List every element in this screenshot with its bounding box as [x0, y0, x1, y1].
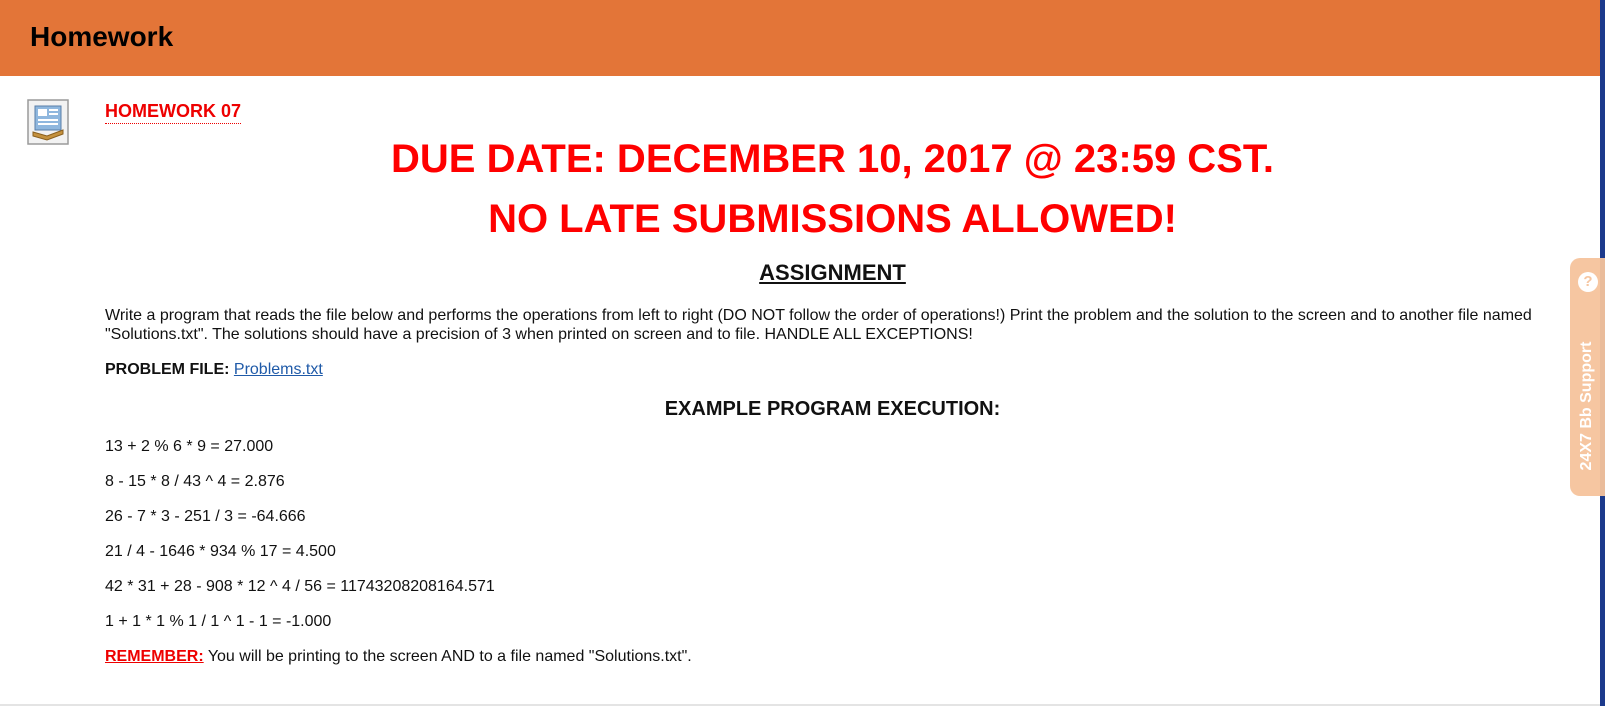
- support-tab[interactable]: ? 24X7 Bb Support: [1570, 258, 1605, 496]
- problems-file-link[interactable]: Problems.txt: [234, 361, 323, 378]
- content-area-header: Homework: [0, 0, 1600, 76]
- assignment-description: Write a program that reads the file belo…: [105, 307, 1532, 343]
- example-line: 8 - 15 * 8 / 43 ^ 4 = 2.876: [105, 473, 285, 490]
- page-title: Homework: [30, 21, 174, 52]
- help-question-icon: ?: [1578, 272, 1598, 292]
- example-line: 1 + 1 * 1 % 1 / 1 ^ 1 - 1 = -1.000: [105, 613, 332, 630]
- remember-note: REMEMBER: You will be printing to the sc…: [105, 647, 1560, 666]
- remember-label: REMEMBER:: [105, 648, 204, 665]
- example-list: 13 + 2 % 6 * 9 = 27.000 8 - 15 * 8 / 43 …: [105, 437, 1560, 631]
- homework-07-link[interactable]: HOMEWORK 07: [105, 100, 242, 124]
- no-late-notice: NO LATE SUBMISSIONS ALLOWED!: [488, 197, 1177, 241]
- example-line: 21 / 4 - 1646 * 934 % 17 = 4.500: [105, 543, 336, 560]
- support-tab-label: 24X7 Bb Support: [1578, 341, 1595, 471]
- remember-text: You will be printing to the screen AND t…: [203, 648, 692, 665]
- example-line: 26 - 7 * 3 - 251 / 3 = -64.666: [105, 508, 306, 525]
- problem-file-label: PROBLEM FILE:: [105, 361, 230, 378]
- item-content: HOMEWORK 07 DUE DATE: DECEMBER 10, 2017 …: [105, 100, 1560, 666]
- assignment-heading: ASSIGNMENT: [759, 260, 906, 285]
- problem-file-line: PROBLEM FILE: Problems.txt: [105, 360, 1560, 379]
- due-date-notice: DUE DATE: DECEMBER 10, 2017 @ 23:59 CST.: [391, 137, 1274, 181]
- example-heading: EXAMPLE PROGRAM EXECUTION:: [664, 398, 1001, 420]
- example-line: 13 + 2 % 6 * 9 = 27.000: [105, 438, 274, 455]
- example-line: 42 * 31 + 28 - 908 * 12 ^ 4 / 56 = 11743…: [105, 578, 495, 595]
- page: Homework HOMEWORK 07 DUE DATE: DECEMBER …: [0, 0, 1605, 706]
- document-assignment-icon: [27, 99, 69, 145]
